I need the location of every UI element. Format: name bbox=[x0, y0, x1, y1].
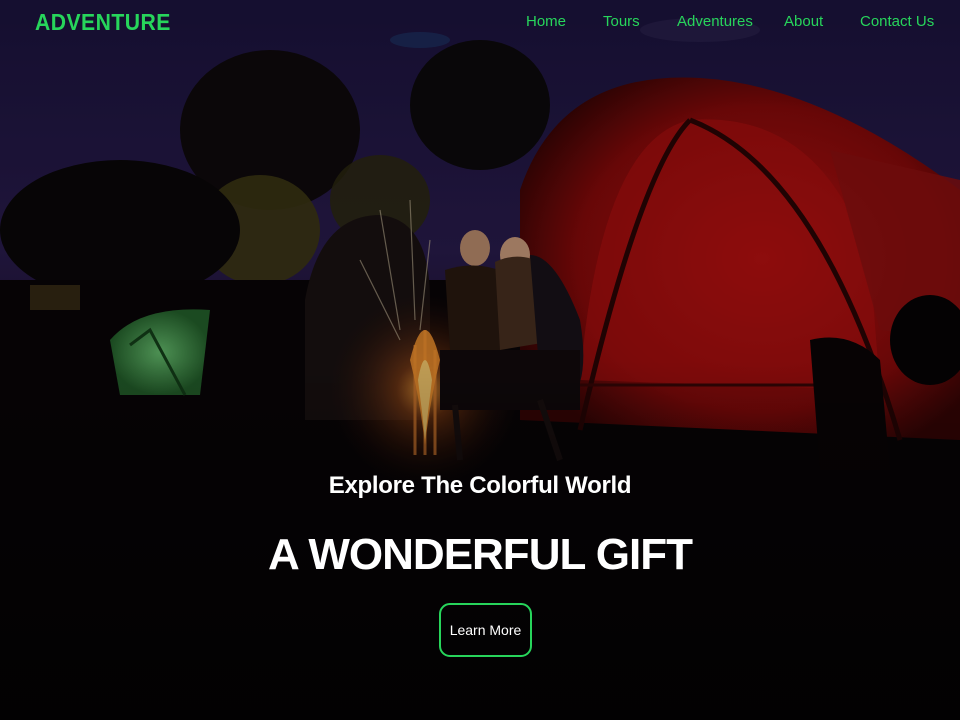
top-navbar: ADVENTURE Home Tours Adventures About Co… bbox=[0, 0, 960, 46]
nav-item-contact-us[interactable]: Contact Us bbox=[860, 13, 934, 30]
brand-logo[interactable]: ADVENTURE bbox=[35, 9, 171, 36]
hero-section: ADVENTURE Home Tours Adventures About Co… bbox=[0, 0, 960, 720]
nav-item-adventures[interactable]: Adventures bbox=[677, 13, 753, 30]
hero-subtitle: Explore The Colorful World bbox=[328, 472, 632, 499]
nav-item-about[interactable]: About bbox=[784, 13, 823, 30]
learn-more-button[interactable]: Learn More bbox=[439, 603, 532, 657]
hero-title: A WONDERFUL GIFT bbox=[268, 530, 693, 579]
nav-item-tours[interactable]: Tours bbox=[603, 13, 640, 30]
nav-item-home[interactable]: Home bbox=[526, 13, 566, 30]
